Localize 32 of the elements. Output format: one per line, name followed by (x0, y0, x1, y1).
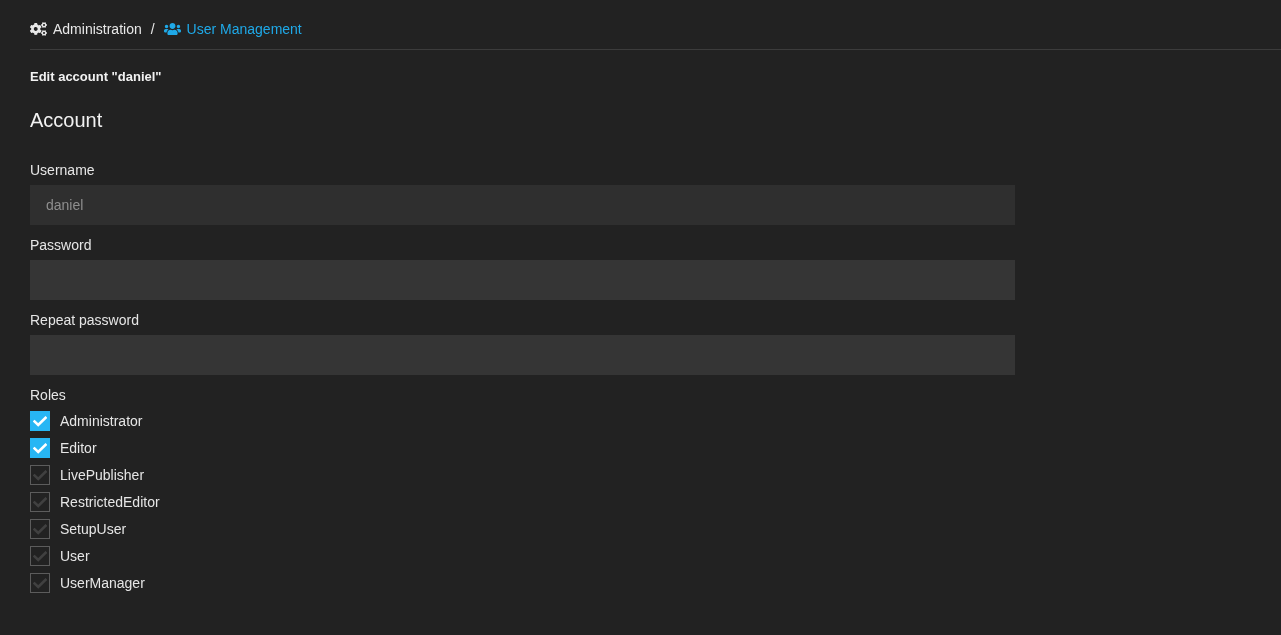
field-label: Username (30, 161, 95, 180)
users-icon (163, 22, 181, 36)
checkbox[interactable] (30, 411, 50, 431)
role-label: Administrator (60, 412, 143, 431)
check-icon (33, 523, 47, 535)
check-icon (33, 415, 47, 427)
checkbox[interactable] (30, 465, 50, 485)
section-title: Account (30, 108, 103, 132)
roles-label: Roles (30, 386, 66, 405)
role-label: Editor (60, 439, 97, 458)
field-label: Password (30, 236, 92, 255)
role-label: SetupUser (60, 520, 127, 539)
field-label: Repeat password (30, 311, 139, 330)
gears-icon (30, 22, 47, 36)
check-icon (33, 469, 47, 481)
check-icon (33, 550, 47, 562)
breadcrumb-link[interactable]: User Management (163, 20, 302, 38)
breadcrumb-link[interactable]: Administration (30, 20, 142, 38)
checkbox[interactable] (30, 519, 50, 539)
role-label: UserManager (60, 574, 145, 593)
breadcrumb-separator: / (150, 20, 155, 38)
page-title: Edit account "daniel" (30, 68, 162, 86)
role-label: User (60, 547, 90, 566)
check-icon (33, 496, 47, 508)
checkbox[interactable] (30, 492, 50, 512)
role-label: LivePublisher (60, 466, 145, 485)
check-icon (33, 577, 47, 589)
checkbox[interactable] (30, 573, 50, 593)
checkbox[interactable] (30, 438, 50, 458)
role-label: RestrictedEditor (60, 493, 160, 512)
check-icon (33, 442, 47, 454)
checkbox[interactable] (30, 546, 50, 566)
